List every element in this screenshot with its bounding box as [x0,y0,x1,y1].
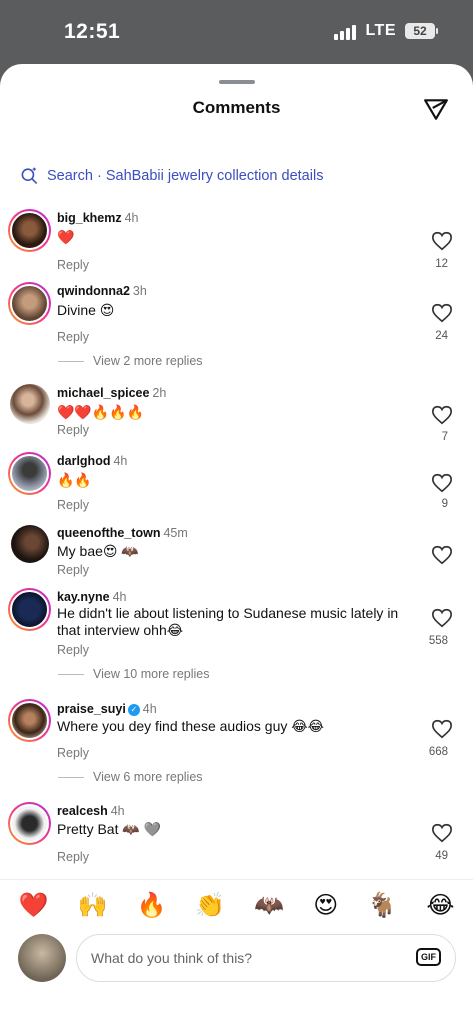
comment-time: 4h [124,211,139,225]
user-avatar [18,934,66,982]
network-label: LTE [365,22,396,39]
comments-sheet: Comments Search · SahBabii jewelry colle… [0,64,473,1024]
comment-text: Where you dey find these audios guy 😂😂 [57,718,324,734]
comment-time: 4h [142,702,157,716]
emoji-raised-hands[interactable]: 🙌 [77,891,107,919]
heart-icon[interactable] [431,822,453,844]
emoji-reaction-bar: ❤️ 🙌 🔥 👏 🦇 😍 🐐 😂 [0,879,473,929]
comment-text: He didn't lie about listening to Sudanes… [57,605,399,638]
comment-text: My bae😍 🦇 [57,543,139,559]
avatar[interactable] [8,699,51,742]
view-more-replies[interactable]: View 10 more replies [58,667,210,681]
comment-username[interactable]: realcesh 4h [57,804,125,818]
like-count: 558 [428,635,448,647]
heart-icon[interactable] [431,302,453,324]
status-time: 12:51 [64,20,121,43]
emoji-fire[interactable]: 🔥 [136,891,166,919]
send-icon[interactable] [423,96,449,122]
like-count: 668 [428,746,448,758]
search-icon [21,167,38,184]
reply-button[interactable]: Reply [57,258,89,272]
comment-time: 4h [113,454,128,468]
like-count: 7 [441,431,448,443]
reply-button[interactable]: Reply [57,423,89,437]
comment-time: 2h [152,386,167,400]
reply-button[interactable]: Reply [57,498,89,512]
like-count: 24 [435,330,448,342]
reply-button[interactable]: Reply [57,850,89,864]
status-indicators: LTE 52 [334,22,438,40]
reply-button[interactable]: Reply [57,563,89,577]
like-count: 49 [435,850,448,862]
avatar[interactable] [11,525,49,563]
bottom-safe-area [0,992,473,1024]
reply-button[interactable]: Reply [57,746,89,760]
like-count: 12 [435,258,448,270]
gif-button[interactable]: GIF [416,948,441,966]
verified-badge-icon: ✓ [127,704,140,716]
comment-text: Pretty Bat 🦇 🩶 [57,821,162,837]
heart-icon[interactable] [431,404,453,426]
search-suggestion[interactable]: Search · SahBabii jewelry collection det… [20,166,323,185]
view-more-replies[interactable]: View 2 more replies [58,354,203,368]
heart-icon[interactable] [431,472,453,494]
comment-time: 4h [112,590,127,604]
emoji-laughing[interactable]: 😂 [426,891,454,919]
comment-text: ❤️❤️🔥🔥🔥 [57,404,145,420]
heart-icon[interactable] [431,230,453,252]
emoji-heart-eyes[interactable]: 😍 [313,891,338,919]
comment-time: 3h [132,284,147,298]
comment-text: 🔥🔥 [57,472,92,488]
avatar[interactable] [8,209,51,252]
sheet-title: Comments [192,98,281,117]
comment-username[interactable]: michael_spicee 2h [57,386,166,400]
avatar[interactable] [8,452,51,495]
status-bar: 12:51 LTE 52 [0,0,473,66]
view-more-replies[interactable]: View 6 more replies [58,770,203,784]
search-label: Search · SahBabii jewelry collection det… [47,167,324,184]
comment-username[interactable]: queenofthe_town 45m [57,526,188,540]
emoji-bat[interactable]: 🦇 [254,891,284,919]
emoji-goat[interactable]: 🐐 [367,891,397,919]
avatar[interactable] [8,588,51,631]
comment-input-placeholder: What do you think of this? [91,950,253,966]
comment-composer: What do you think of this? GIF [0,932,473,992]
comment-input[interactable]: What do you think of this? GIF [76,934,456,982]
signal-icon [334,22,357,40]
comment-text: ❤️ [57,229,75,245]
comment-username[interactable]: big_khemz 4h [57,211,139,225]
avatar[interactable] [10,384,50,424]
comment-username[interactable]: darlghod 4h [57,454,127,468]
comment-time: 45m [163,526,188,540]
reply-button[interactable]: Reply [57,330,89,344]
heart-icon[interactable] [431,544,453,566]
comment-text: Divine 😍 [57,302,115,318]
reply-button[interactable]: Reply [57,643,89,657]
like-count: 9 [441,498,448,510]
drag-handle[interactable] [219,80,255,84]
comment-username[interactable]: qwindonna2 3h [57,284,147,298]
emoji-clap[interactable]: 👏 [195,891,225,919]
avatar[interactable] [8,282,51,325]
heart-icon[interactable] [431,718,453,740]
emoji-heart[interactable]: ❤️ [19,891,49,919]
comment-time: 4h [110,804,125,818]
avatar[interactable] [8,802,51,845]
comment-username[interactable]: kay.nyne 4h [57,590,126,604]
heart-icon[interactable] [431,607,453,629]
comment-username[interactable]: praise_suyi ✓ 4h [57,702,157,716]
battery-icon: 52 [405,23,438,39]
